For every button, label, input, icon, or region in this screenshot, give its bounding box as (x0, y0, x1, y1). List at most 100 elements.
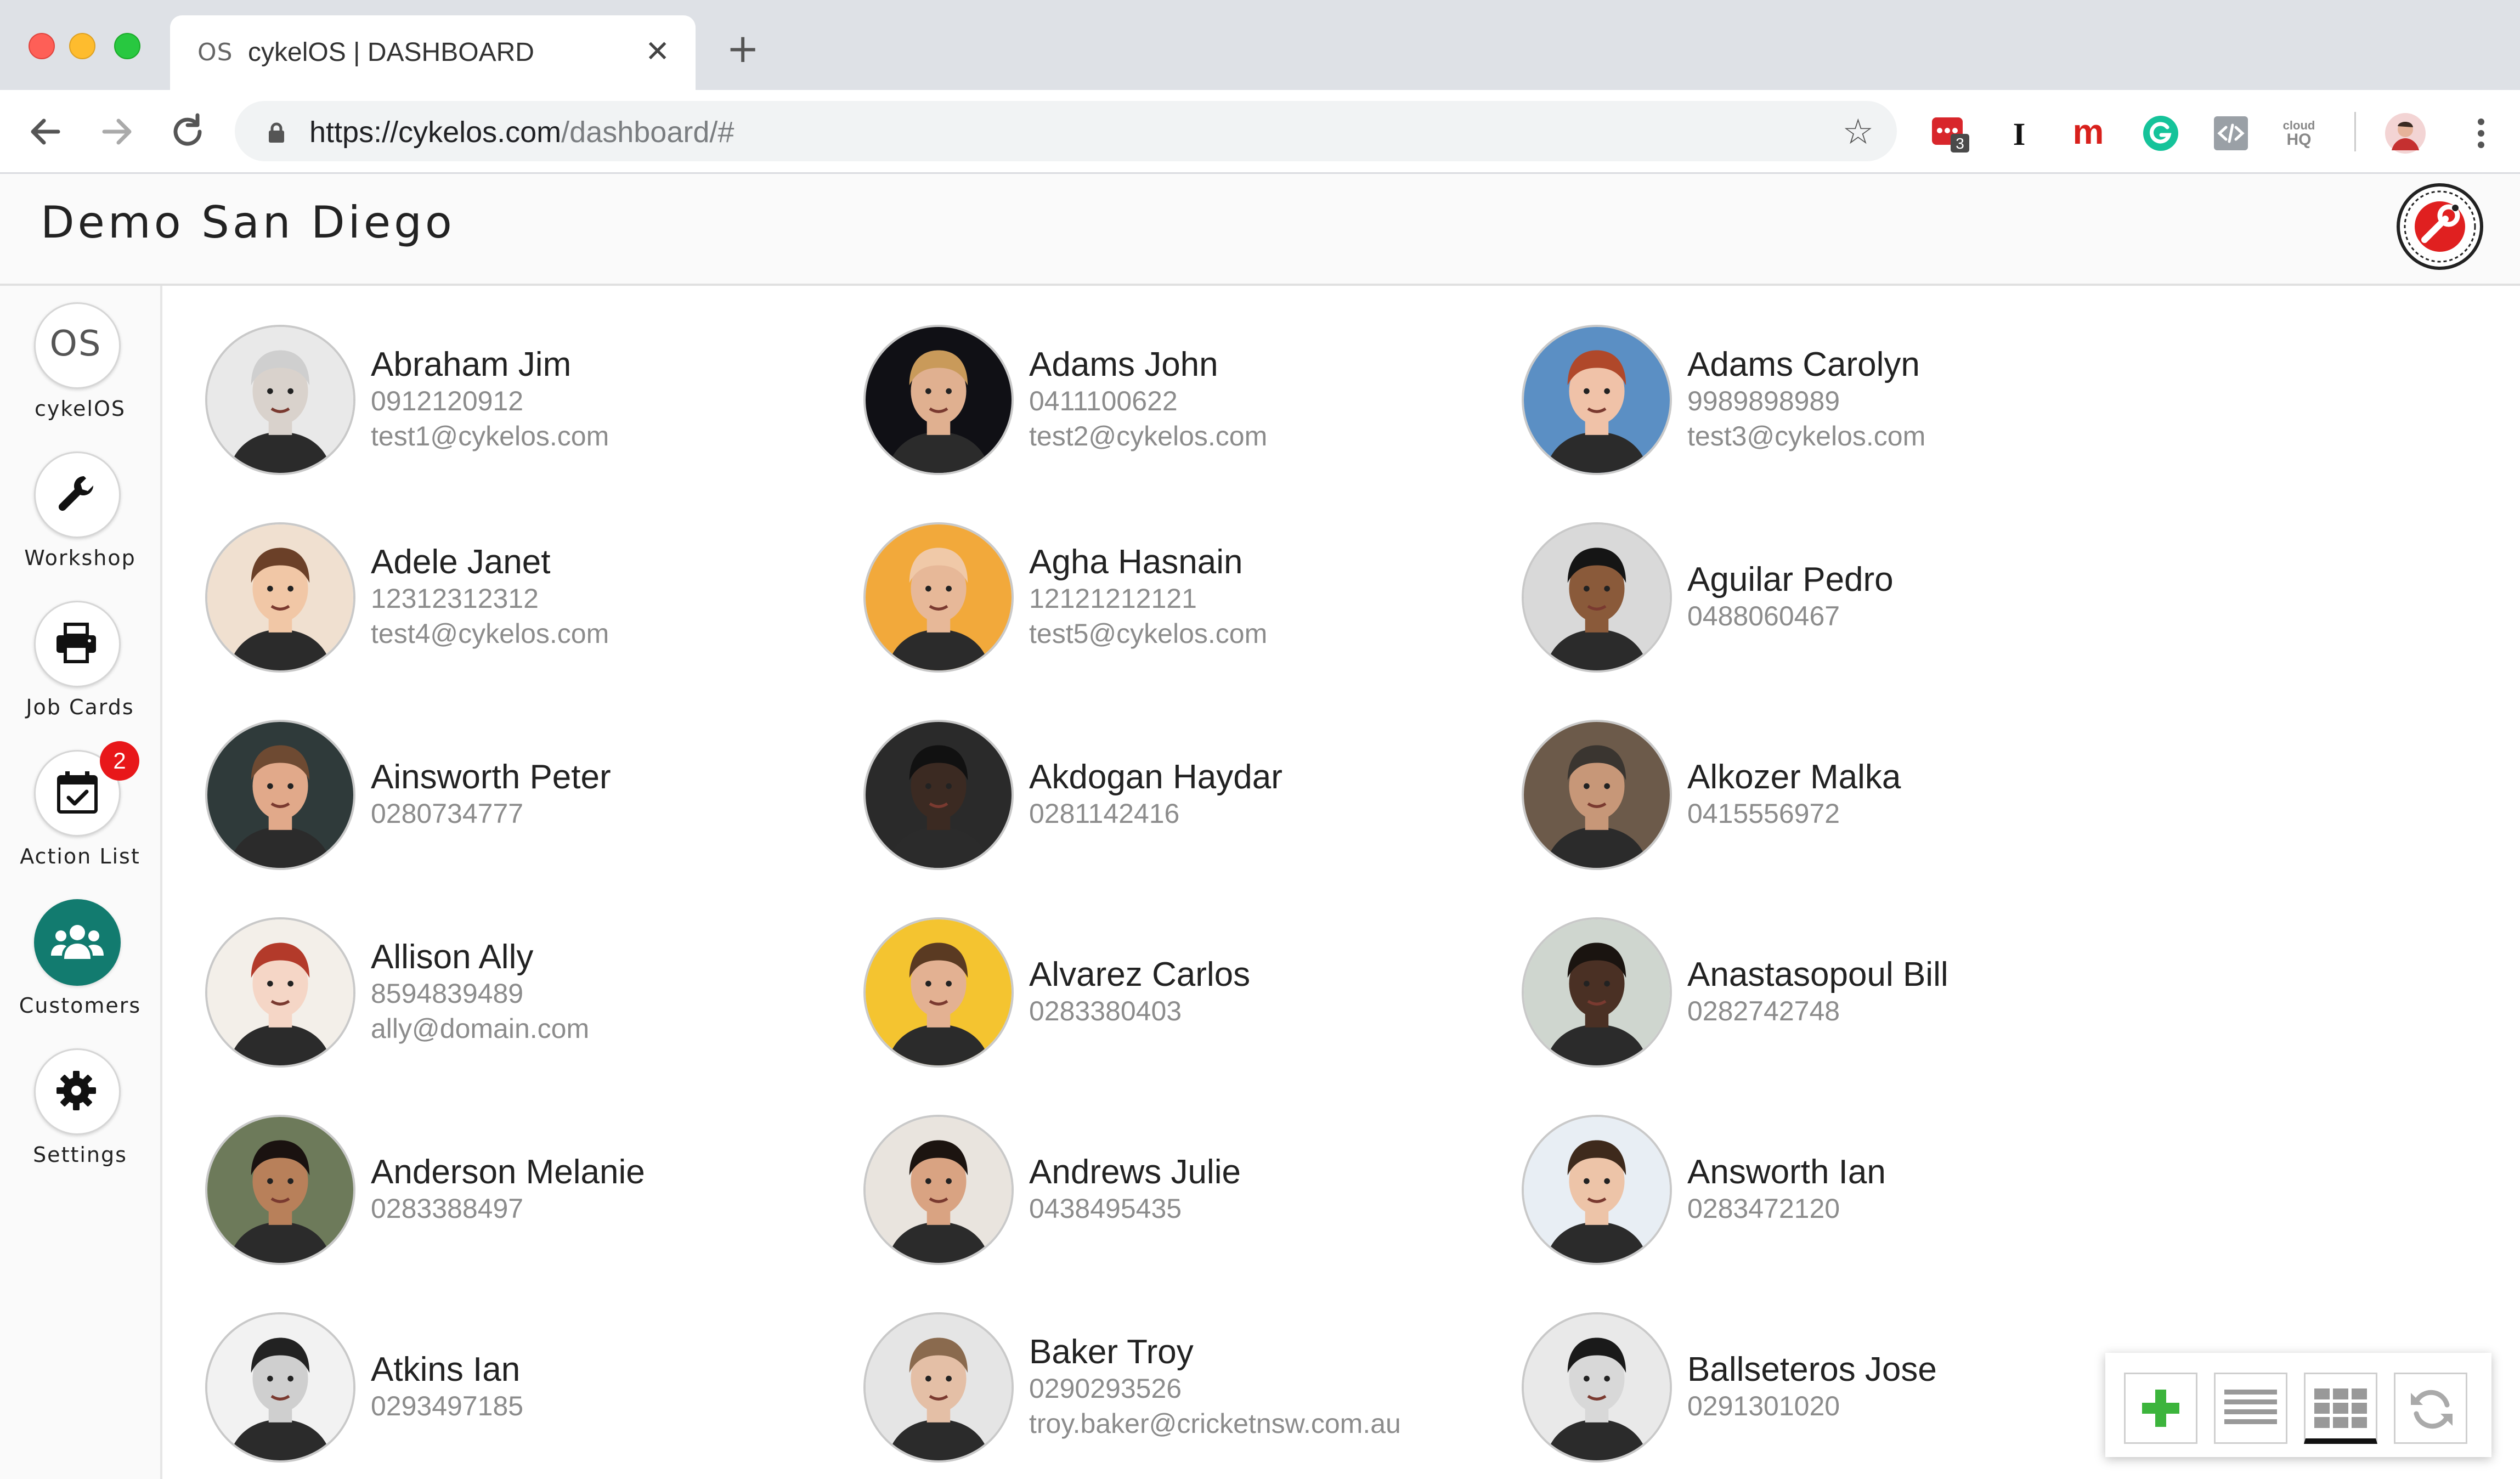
customer-email: test2@cykelos.com (1029, 421, 1268, 451)
customer-phone: 0281142416 (1029, 798, 1180, 829)
customer-avatar (1522, 325, 1672, 475)
mail-m-extension-icon[interactable]: m (2069, 114, 2107, 153)
customer-email: test1@cykelos.com (371, 421, 609, 451)
customer-info: Aguilar Pedro 0488060467 (1687, 561, 1894, 634)
customer-card[interactable]: Atkins Ian 0293497185 (205, 1312, 858, 1477)
tab-close-icon[interactable]: ✕ (645, 34, 670, 69)
app-header: Demo San Diego (0, 174, 2520, 286)
customer-card[interactable]: Answorth Ian 0283472120 (1522, 1115, 2174, 1279)
app-logo-button[interactable] (2396, 183, 2484, 270)
customer-card[interactable]: Allison Ally 8594839489 ally@domain.com (205, 917, 858, 1082)
meeting-extension-icon[interactable]: 3 (1931, 114, 1969, 153)
customer-phone: 12312312312 (371, 583, 539, 614)
customer-avatar (1522, 917, 1672, 1068)
svg-text:m: m (2073, 114, 2104, 151)
customer-info: Allison Ally 8594839489 ally@domain.com (371, 939, 589, 1046)
customer-name: Atkins Ian (371, 1351, 521, 1388)
customer-info: Anastasopoul Bill 0282742748 (1687, 956, 1948, 1029)
customer-card[interactable]: Akdogan Haydar 0281142416 (863, 720, 1516, 884)
sidebar-item-cykelos[interactable]: OS cykelOS (0, 302, 160, 445)
cloudhq-extension-icon[interactable]: cloud HQ (2280, 114, 2318, 153)
grammarly-extension-icon[interactable] (2142, 114, 2180, 153)
sidebar-button-cykelos[interactable]: OS (34, 302, 121, 389)
minimize-window-button[interactable] (69, 33, 95, 59)
customer-phone: 0283380403 (1029, 996, 1182, 1026)
customer-avatar (863, 917, 1014, 1068)
grid-view-button[interactable] (2304, 1373, 2377, 1444)
customer-avatar (863, 720, 1014, 870)
customer-phone: 0280734777 (371, 798, 524, 829)
code-extension-icon[interactable] (2212, 114, 2250, 153)
customer-avatar (205, 1115, 355, 1265)
customer-name: Agha Hasnain (1029, 543, 1243, 581)
browser-menu-icon[interactable] (2462, 114, 2500, 153)
customer-phone: 0293497185 (371, 1391, 524, 1421)
customer-card[interactable]: Aguilar Pedro 0488060467 (1522, 522, 2174, 687)
customer-card[interactable]: Baker Troy 0290293526 troy.baker@cricketns… (863, 1312, 1516, 1477)
bookmark-star-icon[interactable]: ☆ (1843, 112, 1874, 153)
customer-avatar (1522, 720, 1672, 870)
lock-icon (269, 122, 284, 143)
customer-card[interactable]: Anastasopoul Bill 0282742748 (1522, 917, 2174, 1082)
toolbar-separator (2354, 112, 2356, 151)
customer-info: Andrews Julie 0438495435 (1029, 1154, 1241, 1226)
gear-icon (56, 1071, 96, 1110)
customer-card[interactable]: Anderson Melanie 0283388497 (205, 1115, 858, 1279)
customer-email: test3@cykelos.com (1687, 421, 1926, 451)
sidebar-item-workshop[interactable]: Workshop (0, 451, 160, 594)
customer-card[interactable]: Adams Carolyn 9989898989 test3@cykelos.com (1522, 325, 2174, 489)
new-tab-icon[interactable]: + (726, 29, 759, 68)
notification-badge: 2 (100, 741, 139, 781)
customer-avatar (863, 325, 1014, 475)
customer-phone: 8594839489 (371, 978, 524, 1009)
sidebar-button-job-cards[interactable] (34, 601, 121, 687)
customer-avatar (205, 325, 355, 475)
sidebar-button-settings[interactable] (34, 1048, 121, 1135)
sidebar-item-job-cards[interactable]: Job Cards (0, 601, 160, 743)
customer-card[interactable]: Agha Hasnain 12121212121 test5@cykelos.com (863, 522, 1516, 687)
browser-tab-bar: OS cykelOS | DASHBOARD ✕ + (0, 0, 2520, 90)
customer-card[interactable]: Andrews Julie 0438495435 (863, 1115, 1516, 1279)
customer-phone: 0291301020 (1687, 1391, 1840, 1421)
sidebar-item-action-list[interactable]: 2 Action List (0, 741, 160, 893)
customer-info: Adams John 0411100622 test2@cykelos.com (1029, 346, 1267, 454)
customer-info: Atkins Ian 0293497185 (371, 1351, 523, 1424)
customer-avatar (205, 1312, 355, 1463)
customer-info: Alkozer Malka 0415556972 (1687, 759, 1901, 831)
customer-card[interactable]: Adele Janet 12312312312 test4@cykelos.com (205, 522, 858, 687)
sidebar-item-customers[interactable]: Customers (0, 899, 160, 1042)
printer-icon (56, 623, 96, 663)
browser-tab[interactable]: OS cykelOS | DASHBOARD ✕ (170, 15, 696, 90)
customer-card[interactable]: Ballseteros Jose 0291301020 (1522, 1312, 2174, 1477)
customer-phone: 0283388497 (371, 1193, 524, 1224)
address-bar[interactable]: https://cykelos.com/dashboard/# ☆ (235, 101, 1897, 161)
customer-avatar (863, 522, 1014, 673)
back-arrow-icon[interactable] (24, 110, 68, 154)
sidebar-button-customers[interactable] (34, 899, 121, 986)
customer-info: Akdogan Haydar 0281142416 (1029, 759, 1282, 831)
refresh-button[interactable] (2394, 1373, 2467, 1444)
tab-favicon-icon: OS (197, 38, 233, 66)
maximize-window-button[interactable] (114, 33, 140, 59)
close-window-button[interactable] (29, 33, 55, 59)
instapaper-extension-icon[interactable]: I (2000, 114, 2038, 153)
customer-phone: 0290293526 (1029, 1373, 1182, 1404)
customer-name: Baker Troy (1029, 1333, 1194, 1371)
add-customer-button[interactable] (2124, 1373, 2197, 1444)
customer-name: Adams Carolyn (1687, 346, 1920, 383)
sidebar-button-workshop[interactable] (34, 451, 121, 538)
customer-card[interactable]: Alkozer Malka 0415556972 (1522, 720, 2174, 884)
customer-card[interactable]: Adams John 0411100622 test2@cykelos.com (863, 325, 1516, 489)
profile-avatar[interactable] (2384, 112, 2427, 155)
forward-arrow-icon[interactable] (94, 110, 138, 154)
customer-card[interactable]: Ainsworth Peter 0280734777 (205, 720, 858, 884)
customer-card[interactable]: Alvarez Carlos 0283380403 (863, 917, 1516, 1082)
customer-name: Allison Ally (371, 938, 534, 976)
customer-card[interactable]: Abraham Jim 0912120912 test1@cykelos.com (205, 325, 858, 489)
customer-phone: 0282742748 (1687, 996, 1840, 1026)
calendar-check-icon (57, 771, 98, 814)
sidebar-item-settings[interactable]: Settings (0, 1048, 160, 1191)
list-view-button[interactable] (2214, 1373, 2287, 1444)
reload-icon[interactable] (166, 110, 210, 154)
customer-info: Answorth Ian 0283472120 (1687, 1154, 1886, 1226)
